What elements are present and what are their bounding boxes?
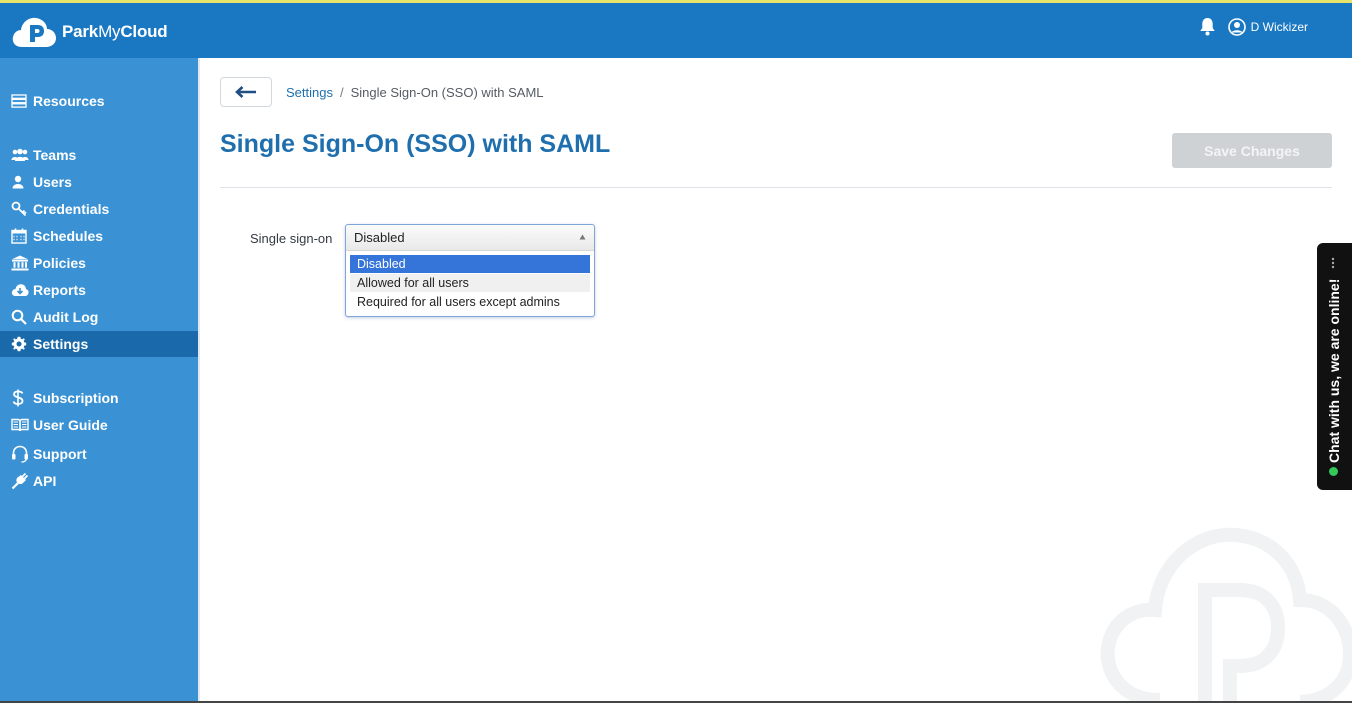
arrow-left-icon [235, 86, 256, 98]
calendar-icon [11, 228, 29, 244]
server-icon [11, 93, 29, 109]
sidebar-item-policies[interactable]: Policies [0, 250, 198, 276]
sidebar-item-api[interactable]: API [0, 468, 198, 494]
users-group-icon [11, 147, 29, 163]
breadcrumb-separator: / [339, 85, 344, 100]
chat-widget-tab[interactable]: Chat with us, we are online! [1317, 243, 1352, 490]
parkmycloud-watermark-icon [1100, 527, 1352, 703]
dollar-icon [11, 389, 29, 407]
bank-icon [11, 255, 29, 271]
main-content: Settings / Single Sign-On (SSO) with SAM… [200, 58, 1352, 703]
sidebar-item-support[interactable]: Support [0, 441, 198, 467]
user-menu[interactable]: D Wickizer [1227, 17, 1308, 36]
sidebar-item-users[interactable]: Users [0, 169, 198, 195]
sidebar-item-credentials[interactable]: Credentials [0, 196, 198, 222]
breadcrumb-settings-link[interactable]: Settings [286, 85, 333, 100]
sidebar-item-subscription[interactable]: Subscription [0, 385, 198, 411]
plug-icon [11, 472, 29, 490]
sidebar-item-settings[interactable]: Settings [0, 331, 198, 357]
bell-icon[interactable] [1199, 17, 1216, 36]
caret-up-icon [579, 234, 586, 240]
sidebar-item-teams[interactable]: Teams [0, 142, 198, 168]
single-sign-on-label: Single sign-on [250, 231, 333, 246]
top-header: ParkMyCloud D Wickizer [0, 3, 1352, 58]
header-divider [220, 187, 1332, 188]
breadcrumb: Settings / Single Sign-On (SSO) with SAM… [286, 85, 544, 100]
chat-label: Chat with us, we are online! [1326, 278, 1342, 463]
sidebar-item-resources[interactable]: Resources [0, 88, 198, 114]
book-icon [11, 417, 29, 433]
page-title: Single Sign-On (SSO) with SAML [220, 130, 611, 158]
parkmycloud-logo-icon [12, 17, 56, 47]
brand-name: ParkMyCloud [62, 22, 168, 41]
online-status-icon [1329, 467, 1338, 476]
sidebar-item-audit-log[interactable]: Audit Log [0, 304, 198, 330]
user-circle-icon [1227, 17, 1246, 36]
cloud-download-icon [11, 282, 29, 298]
gear-icon [11, 336, 29, 352]
back-button[interactable] [220, 77, 272, 107]
sidebar-item-schedules[interactable]: Schedules [0, 223, 198, 249]
select-option-required-except-admins[interactable]: Required for all users except admins [350, 293, 590, 311]
sidebar-item-reports[interactable]: Reports [0, 277, 198, 303]
save-changes-button[interactable]: Save Changes [1172, 133, 1332, 168]
key-icon [11, 201, 29, 217]
headset-icon [11, 445, 29, 463]
user-icon [11, 174, 29, 190]
sidebar-item-user-guide[interactable]: User Guide [0, 412, 198, 438]
select-current-value[interactable]: Disabled [346, 225, 594, 251]
sidebar: Resources Teams Users Credentials Schedu… [0, 58, 198, 703]
logo[interactable]: ParkMyCloud [10, 14, 168, 50]
breadcrumb-current: Single Sign-On (SSO) with SAML [350, 85, 544, 100]
more-options-icon[interactable] [1331, 257, 1335, 269]
select-option-disabled[interactable]: Disabled [350, 255, 590, 273]
single-sign-on-select[interactable]: Disabled Disabled Allowed for all users … [345, 224, 595, 317]
search-icon [11, 309, 29, 325]
user-name: D Wickizer [1250, 19, 1308, 34]
select-option-allowed-for-all-users[interactable]: Allowed for all users [350, 274, 590, 292]
